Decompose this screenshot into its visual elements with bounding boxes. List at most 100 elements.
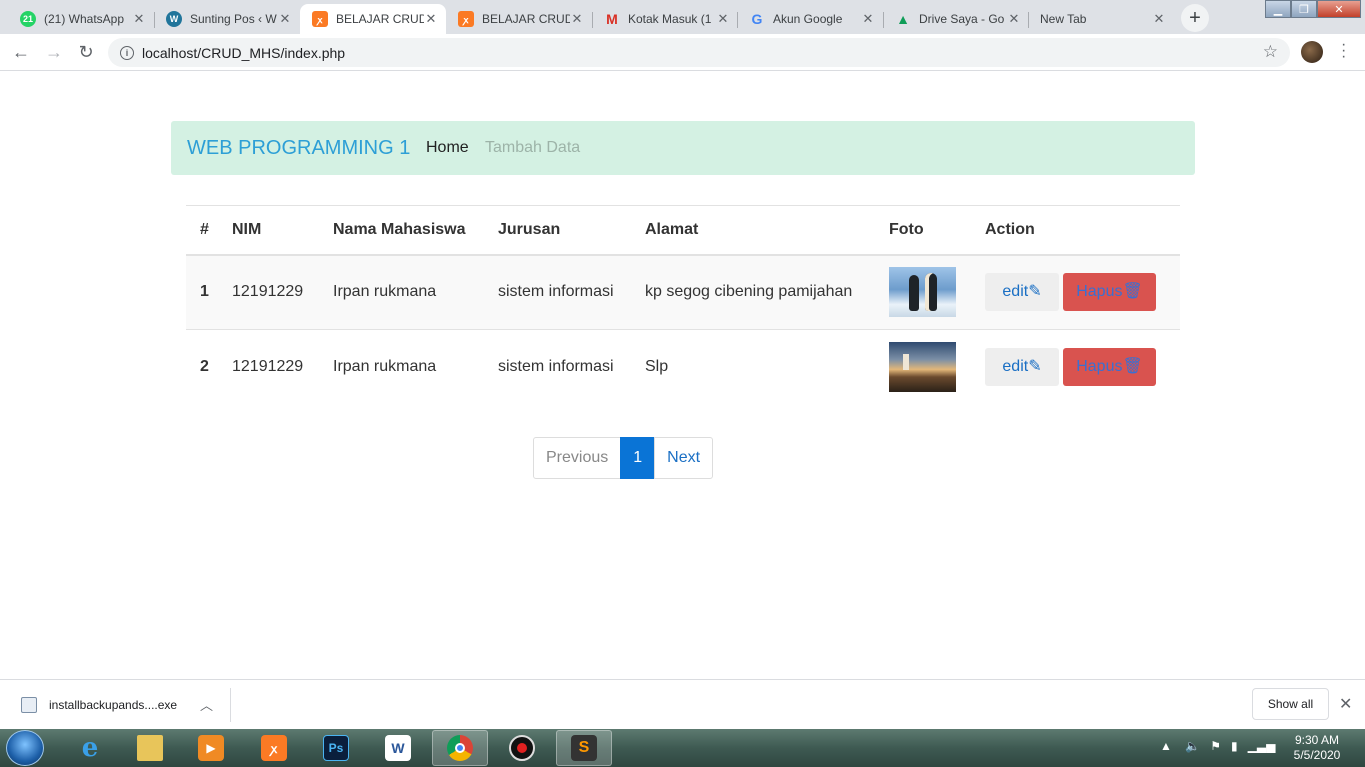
- chevron-up-icon[interactable]: ︿: [200, 695, 213, 714]
- tab-whatsapp[interactable]: 21 (21) WhatsApp ✕: [8, 4, 154, 34]
- cell-foto: [875, 330, 971, 405]
- flag-icon[interactable]: ⚑: [1210, 739, 1221, 753]
- tab-new-tab[interactable]: New Tab ✕: [1028, 4, 1174, 34]
- download-separator: [230, 688, 231, 722]
- profile-avatar[interactable]: [1301, 41, 1323, 63]
- row-number: 2: [200, 358, 209, 376]
- tab-title: Drive Saya - Go: [919, 12, 1005, 26]
- maximize-button[interactable]: ❐: [1291, 0, 1317, 18]
- close-icon[interactable]: ✕: [1007, 11, 1021, 27]
- tab-google-account[interactable]: G Akun Google ✕: [737, 4, 883, 34]
- taskbar-xampp[interactable]: ꭗ: [246, 730, 302, 766]
- column-header-action: Action: [971, 205, 1180, 256]
- cell-foto: [875, 254, 971, 330]
- show-all-button[interactable]: Show all: [1252, 688, 1329, 720]
- cell-action: edit✎ Hapus🗑: [971, 330, 1180, 405]
- internet-explorer-icon: e: [81, 733, 99, 763]
- download-file-name[interactable]: installbackupands....exe: [49, 698, 177, 712]
- new-tab-button[interactable]: +: [1181, 4, 1209, 32]
- column-header-nim: NIM: [218, 205, 319, 256]
- tab-title: BELAJAR CRUD: [482, 12, 570, 26]
- close-icon[interactable]: ✕: [570, 11, 584, 27]
- back-arrow-icon[interactable]: ←: [9, 40, 33, 64]
- sublime-text-icon: S: [571, 735, 597, 761]
- taskbar-recorder[interactable]: [494, 730, 550, 766]
- word-icon: W: [385, 735, 411, 761]
- cell-alamat: kp segog cibening pamijahan: [631, 254, 875, 330]
- hapus-button[interactable]: Hapus🗑: [1063, 348, 1156, 387]
- reload-icon[interactable]: ↻: [74, 40, 98, 64]
- table-row: 2 12191229 Irpan rukmana sistem informas…: [186, 330, 1180, 405]
- minimize-button[interactable]: ▁: [1265, 0, 1291, 18]
- column-header-number: #: [186, 205, 218, 256]
- signal-icon[interactable]: ▁▃▅: [1248, 739, 1276, 753]
- pagination-next[interactable]: Next: [654, 437, 714, 479]
- taskbar-file-explorer[interactable]: [122, 730, 178, 766]
- cell-jurusan: sistem informasi: [484, 254, 631, 330]
- penguins-photo: [889, 267, 956, 318]
- trash-icon: 🗑: [1122, 358, 1143, 376]
- cell-alamat: Slp: [645, 358, 669, 376]
- taskbar-chrome[interactable]: [432, 730, 488, 766]
- info-icon[interactable]: i: [120, 45, 134, 60]
- system-tray: ▲ 🔈 ⚑ ▮ ▁▃▅: [1160, 739, 1275, 753]
- clock-date: 5/5/2020: [1293, 748, 1341, 762]
- recorder-icon: [509, 735, 535, 761]
- forward-arrow-icon[interactable]: →: [42, 40, 66, 64]
- column-header-alamat: Alamat: [631, 205, 875, 256]
- hapus-button[interactable]: Hapus🗑: [1063, 273, 1156, 312]
- hapus-label: Hapus: [1076, 358, 1123, 376]
- start-button[interactable]: [6, 730, 44, 766]
- url-text[interactable]: localhost/CRUD_MHS/index.php: [142, 45, 345, 61]
- drive-icon: ▲: [896, 11, 910, 27]
- tab-title: Akun Google: [773, 12, 843, 26]
- whatsapp-icon: 21: [20, 11, 36, 27]
- navbar-brand[interactable]: WEB PROGRAMMING 1: [187, 137, 410, 160]
- close-icon[interactable]: ✕: [1152, 11, 1166, 27]
- pagination-page-current[interactable]: 1: [620, 437, 656, 479]
- tray-expand-icon[interactable]: ▲: [1160, 739, 1172, 753]
- tab-wordpress[interactable]: W Sunting Pos ‹ W ✕: [154, 4, 300, 34]
- address-bar[interactable]: i localhost/CRUD_MHS/index.php ☆: [108, 38, 1290, 67]
- tab-gmail[interactable]: M Kotak Masuk (1 ✕: [592, 4, 738, 34]
- lighthouse-photo: [889, 342, 956, 393]
- menu-dots-icon[interactable]: · · ·: [1341, 37, 1346, 65]
- tab-google-drive[interactable]: ▲ Drive Saya - Go ✕: [883, 4, 1029, 34]
- nav-link-home[interactable]: Home: [426, 139, 469, 157]
- edit-button[interactable]: edit✎: [985, 273, 1059, 312]
- taskbar-word[interactable]: W: [370, 730, 426, 766]
- clock-time: 9:30 AM: [1294, 733, 1340, 747]
- taskbar-internet-explorer[interactable]: e: [62, 730, 118, 766]
- edit-label: edit: [1002, 283, 1029, 301]
- close-icon[interactable]: ✕: [132, 11, 146, 27]
- cell-nim: 12191229: [232, 358, 304, 376]
- edit-button[interactable]: edit✎: [985, 348, 1059, 387]
- close-icon[interactable]: ✕: [1339, 694, 1352, 714]
- taskbar-sublime-text[interactable]: S: [556, 730, 612, 766]
- tab-belajar-crud[interactable]: ꭗ BELAJAR CRUD ✕: [446, 4, 592, 34]
- column-header-foto: Foto: [875, 205, 971, 256]
- media-player-icon: ▶: [198, 735, 224, 761]
- close-window-button[interactable]: ✕: [1317, 0, 1361, 18]
- bookmark-star-icon[interactable]: ☆: [1263, 42, 1278, 62]
- column-header-jurusan: Jurusan: [484, 205, 631, 256]
- volume-icon[interactable]: 🔈: [1185, 739, 1200, 753]
- close-icon[interactable]: ✕: [424, 11, 438, 27]
- cell-action: edit✎ Hapus🗑: [971, 254, 1180, 330]
- tab-belajar-crud-active[interactable]: ꭗ BELAJAR CRUD ✕: [300, 4, 446, 34]
- close-icon[interactable]: ✕: [861, 11, 875, 27]
- xampp-icon: ꭗ: [312, 11, 328, 27]
- nav-link-tambah-data[interactable]: Tambah Data: [485, 139, 580, 157]
- taskbar-photoshop[interactable]: Ps: [308, 730, 364, 766]
- photoshop-icon: Ps: [323, 735, 349, 761]
- system-clock[interactable]: 9:30 AM 5/5/2020: [1290, 733, 1344, 763]
- xampp-icon: ꭗ: [458, 11, 474, 27]
- site-navbar: WEB PROGRAMMING 1 Home Tambah Data: [171, 121, 1195, 175]
- pagination-previous[interactable]: Previous: [533, 437, 622, 479]
- trash-icon: 🗑: [1122, 283, 1143, 301]
- close-icon[interactable]: ✕: [278, 11, 292, 27]
- taskbar-media-player[interactable]: ▶: [183, 730, 239, 766]
- window-controls: ▁ ❐ ✕: [1265, 0, 1361, 20]
- battery-icon[interactable]: ▮: [1231, 739, 1238, 753]
- close-icon[interactable]: ✕: [716, 11, 730, 27]
